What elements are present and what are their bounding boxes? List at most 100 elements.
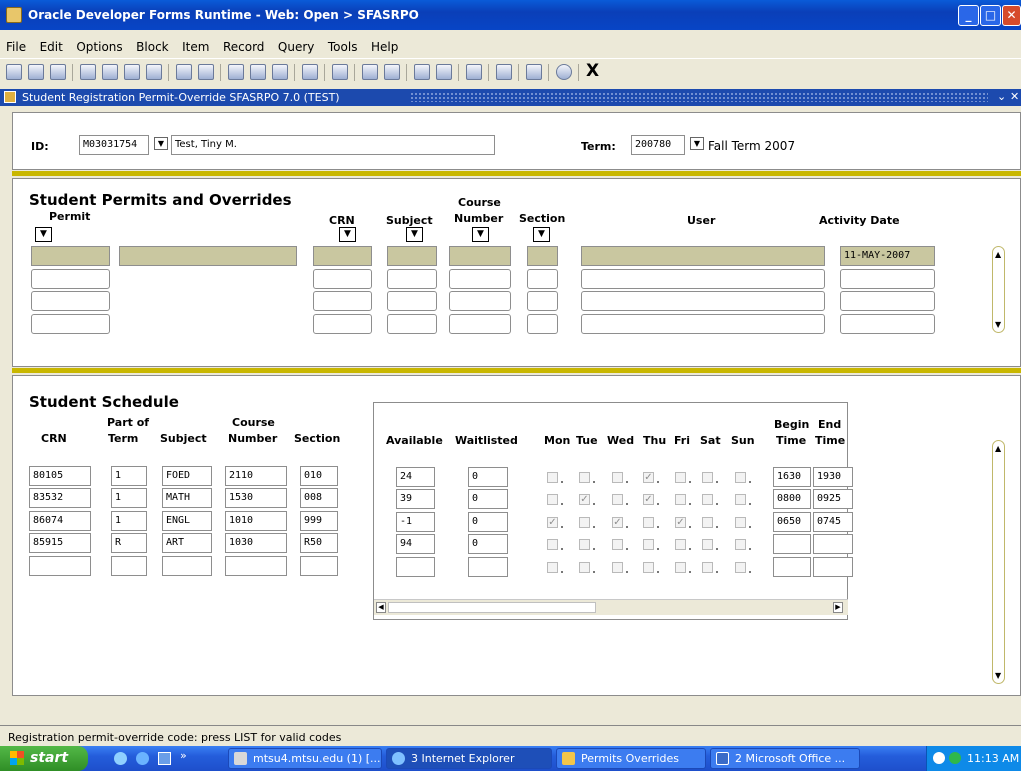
sched-course-input[interactable]: 1010 [225, 511, 287, 531]
taskbar-item-mtsu4[interactable]: mtsu4.mtsu.edu (1) [... [228, 748, 382, 769]
show-desktop-icon[interactable] [114, 752, 127, 765]
next-block-icon[interactable] [124, 64, 140, 80]
sched-section-input[interactable]: 010 [300, 466, 338, 486]
sched-subject-input[interactable]: ART [162, 533, 212, 553]
sched-subject-input[interactable] [162, 556, 212, 576]
permit-section-input[interactable] [527, 291, 558, 311]
schedule-scrollbar[interactable]: ▲ ▼ [992, 440, 1005, 684]
clear-icon[interactable] [436, 64, 452, 80]
crn-sort-dropdown[interactable]: ▼ [339, 227, 356, 242]
close-form-icon[interactable]: ✕ [1010, 90, 1019, 103]
permit-course-input[interactable] [449, 291, 511, 311]
sched-subject-input[interactable]: MATH [162, 488, 212, 508]
edit-icon[interactable] [362, 64, 378, 80]
permit-course-input[interactable] [449, 269, 511, 289]
permit-subject-input[interactable] [387, 269, 437, 289]
ie-quicklaunch-icon[interactable] [136, 752, 149, 765]
minimize-form-icon[interactable]: ⌄ [997, 90, 1006, 103]
part-of-term-input[interactable]: 1 [111, 466, 147, 486]
permit-course-input[interactable] [449, 246, 511, 266]
permit-code-input[interactable] [31, 314, 110, 334]
sched-section-input[interactable]: 008 [300, 488, 338, 508]
enter-query-icon[interactable] [198, 64, 214, 80]
execute-query-icon[interactable] [228, 64, 244, 80]
permit-crn-input[interactable] [313, 246, 372, 266]
previous-record-icon[interactable] [146, 64, 162, 80]
tray-arrow-icon[interactable] [933, 752, 945, 764]
insert-record-icon[interactable] [272, 64, 288, 80]
id-lookup-button[interactable]: ▼ [154, 137, 168, 150]
scroll-left-icon[interactable]: ◀ [376, 602, 386, 613]
sched-subject-input[interactable]: ENGL [162, 511, 212, 531]
sched-crn-input[interactable]: 80105 [29, 466, 91, 486]
item-help-icon[interactable] [384, 64, 400, 80]
word-quicklaunch-icon[interactable] [158, 752, 171, 765]
rollback-icon[interactable] [28, 64, 44, 80]
permit-crn-input[interactable] [313, 314, 372, 334]
permit-code-input[interactable] [31, 291, 110, 311]
scroll-down-icon[interactable]: ▼ [995, 671, 1001, 680]
scroll-right-icon[interactable]: ▶ [833, 602, 843, 613]
permit-section-input[interactable] [527, 246, 558, 266]
help-icon[interactable] [556, 64, 572, 80]
maximize-button[interactable]: □ [980, 5, 1001, 26]
spellcheck-icon[interactable] [496, 64, 512, 80]
sched-crn-input[interactable]: 86074 [29, 511, 91, 531]
subject-sort-dropdown[interactable]: ▼ [406, 227, 423, 242]
term-input[interactable]: 200780 [631, 135, 685, 155]
exit-icon[interactable]: X [586, 61, 599, 81]
select-icon[interactable] [80, 64, 96, 80]
previous-block-icon[interactable] [102, 64, 118, 80]
permit-section-input[interactable] [527, 269, 558, 289]
sched-crn-input[interactable] [29, 556, 91, 576]
scroll-up-icon[interactable]: ▲ [995, 250, 1001, 259]
id-input[interactable]: M03031754 [79, 135, 149, 155]
taskbar-item-ie[interactable]: 3 Internet Explorer [386, 748, 552, 769]
permit-subject-input[interactable] [387, 314, 437, 334]
permit-crn-input[interactable] [313, 269, 372, 289]
attachment-icon[interactable] [526, 64, 542, 80]
permit-subject-input[interactable] [387, 246, 437, 266]
sched-course-input[interactable]: 2110 [225, 466, 287, 486]
permit-course-input[interactable] [449, 314, 511, 334]
quicklaunch-more-icon[interactable]: » [180, 749, 187, 762]
permit-crn-input[interactable] [313, 291, 372, 311]
remove-record-icon[interactable] [302, 64, 318, 80]
part-of-term-input[interactable]: 1 [111, 488, 147, 508]
part-of-term-input[interactable]: R [111, 533, 147, 553]
clock[interactable]: 11:13 AM [967, 752, 1019, 765]
term-lookup-button[interactable]: ▼ [690, 137, 704, 150]
scroll-up-icon[interactable]: ▲ [995, 444, 1001, 453]
print-icon[interactable] [50, 64, 66, 80]
schedule-horizontal-scrollbar[interactable]: ◀ ▶ [374, 599, 848, 615]
sched-course-input[interactable]: 1030 [225, 533, 287, 553]
sched-section-input[interactable]: 999 [300, 511, 338, 531]
duplicate-icon[interactable] [414, 64, 430, 80]
sched-crn-input[interactable]: 85915 [29, 533, 91, 553]
section-sort-dropdown[interactable]: ▼ [533, 227, 550, 242]
sched-subject-input[interactable]: FOED [162, 466, 212, 486]
sched-course-input[interactable]: 1530 [225, 488, 287, 508]
permit-subject-input[interactable] [387, 291, 437, 311]
minimize-button[interactable]: _ [958, 5, 979, 26]
scroll-thumb[interactable] [388, 602, 596, 613]
save-icon[interactable] [6, 64, 22, 80]
next-record-icon[interactable] [176, 64, 192, 80]
permits-scrollbar[interactable]: ▲ ▼ [992, 246, 1005, 333]
sched-section-input[interactable]: R50 [300, 533, 338, 553]
scroll-down-icon[interactable]: ▼ [995, 320, 1001, 329]
sched-section-input[interactable] [300, 556, 338, 576]
permit-code-input[interactable] [31, 246, 110, 266]
taskbar-item-permits-overrides[interactable]: Permits Overrides [556, 748, 706, 769]
permit-sort-dropdown[interactable]: ▼ [35, 227, 52, 242]
permit-code-input[interactable] [31, 269, 110, 289]
list-values-icon[interactable] [332, 64, 348, 80]
start-button[interactable]: start [0, 746, 88, 771]
cancel-query-icon[interactable] [250, 64, 266, 80]
sched-course-input[interactable] [225, 556, 287, 576]
window-title-bar[interactable]: Oracle Developer Forms Runtime - Web: Op… [0, 0, 1021, 30]
navigate-icon[interactable] [466, 64, 482, 80]
part-of-term-input[interactable] [111, 556, 147, 576]
part-of-term-input[interactable]: 1 [111, 511, 147, 531]
taskbar-item-office[interactable]: 2 Microsoft Office ... [710, 748, 860, 769]
